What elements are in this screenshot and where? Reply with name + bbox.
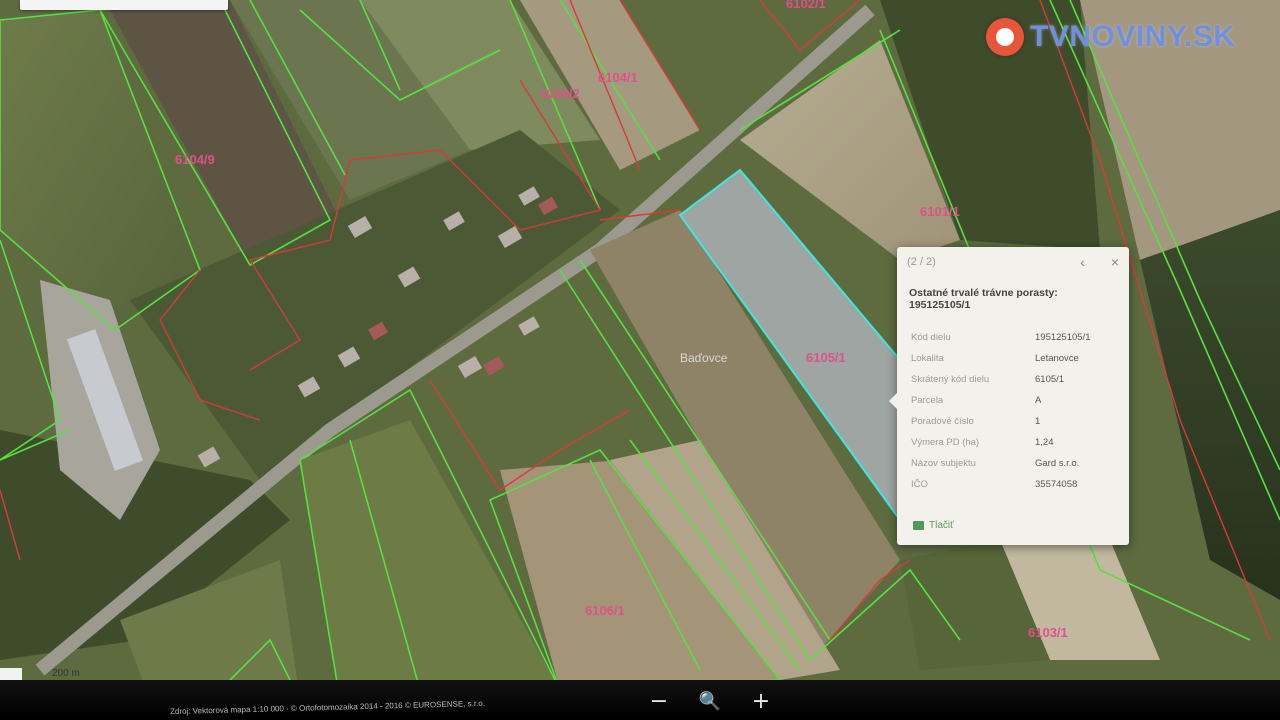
parcel-label: 6104/2	[540, 86, 580, 101]
logo-icon	[986, 18, 1024, 56]
row-key: Kód dielu	[911, 332, 951, 343]
parcel-info-popup: (2 / 2) ‹ × Ostatné trvalé trávne porast…	[889, 247, 1129, 545]
parcel-label: 6106/1	[585, 603, 625, 618]
close-icon[interactable]: ×	[1111, 254, 1119, 270]
row-value: Letanovce	[1035, 353, 1079, 364]
row-value: 1,24	[1035, 437, 1054, 448]
parcel-label: 6103/1	[1028, 625, 1068, 640]
row-key: Výmera PD (ha)	[911, 437, 980, 448]
row-key: IČO	[911, 479, 928, 490]
parcel-label: 6101/1	[920, 204, 960, 219]
print-link-label: Tlačiť	[929, 520, 954, 531]
tvnoviny-logo: TVNOVINY.SK	[986, 18, 1236, 56]
row-value: 6105/1	[1035, 374, 1065, 385]
popup-row: Lokalita Letanovce	[897, 348, 1129, 369]
place-label: Baďovce	[680, 351, 728, 365]
row-key: Lokalita	[911, 353, 944, 364]
row-key: Parcela	[911, 395, 944, 406]
row-value: 35574058	[1035, 479, 1078, 490]
row-key: Poradové číslo	[911, 416, 974, 427]
row-value: A	[1035, 395, 1042, 406]
zoom-in-button[interactable]: +	[744, 686, 778, 716]
parcel-label: 6105/1	[806, 350, 846, 365]
print-icon	[913, 521, 924, 530]
row-key: Skrátený kód dielu	[911, 374, 990, 385]
parcel-label: 6102/1	[786, 0, 826, 11]
print-link[interactable]: Tlačiť	[913, 520, 954, 531]
popup-row: IČO 35574058	[897, 474, 1129, 495]
zoom-out-button[interactable]: −	[642, 686, 676, 716]
row-value: 195125105/1	[1035, 332, 1091, 343]
popup-header: (2 / 2) ‹ ×	[897, 247, 1129, 277]
parcel-label: 6104/9	[175, 152, 215, 167]
bottom-toolbar: Zdroj: Vektorová mapa 1:10 000 · © Ortof…	[0, 680, 1280, 720]
popup-counter: (2 / 2)	[907, 256, 936, 268]
row-key: Názov subjektu	[911, 458, 976, 469]
chevron-left-icon[interactable]: ‹	[1080, 254, 1085, 270]
scale-label: 200 m	[52, 668, 80, 679]
row-value: 1	[1035, 416, 1041, 427]
popup-row: Poradové číslo 1	[897, 411, 1129, 432]
popup-row: Výmera PD (ha) 1,24	[897, 432, 1129, 453]
map-attribution: Zdroj: Vektorová mapa 1:10 000 · © Ortof…	[169, 698, 486, 717]
logo-text: TVNOVINY.SK	[1030, 20, 1236, 53]
parcel-label: 6104/1	[598, 70, 638, 85]
popup-row: Skrátený kód dielu 6105/1	[897, 369, 1129, 390]
popup-row: Parcela A	[897, 390, 1129, 411]
popup-row: Kód dielu 195125105/1	[897, 327, 1129, 348]
popup-row: Názov subjektu Gard s.r.o.	[897, 453, 1129, 474]
search-box[interactable]	[20, 0, 228, 10]
popup-title: Ostatné trvalé trávne porasty: 195125105…	[909, 287, 1058, 311]
magnifier-icon[interactable]: 🔍	[693, 686, 727, 716]
row-value: Gard s.r.o.	[1035, 458, 1080, 469]
